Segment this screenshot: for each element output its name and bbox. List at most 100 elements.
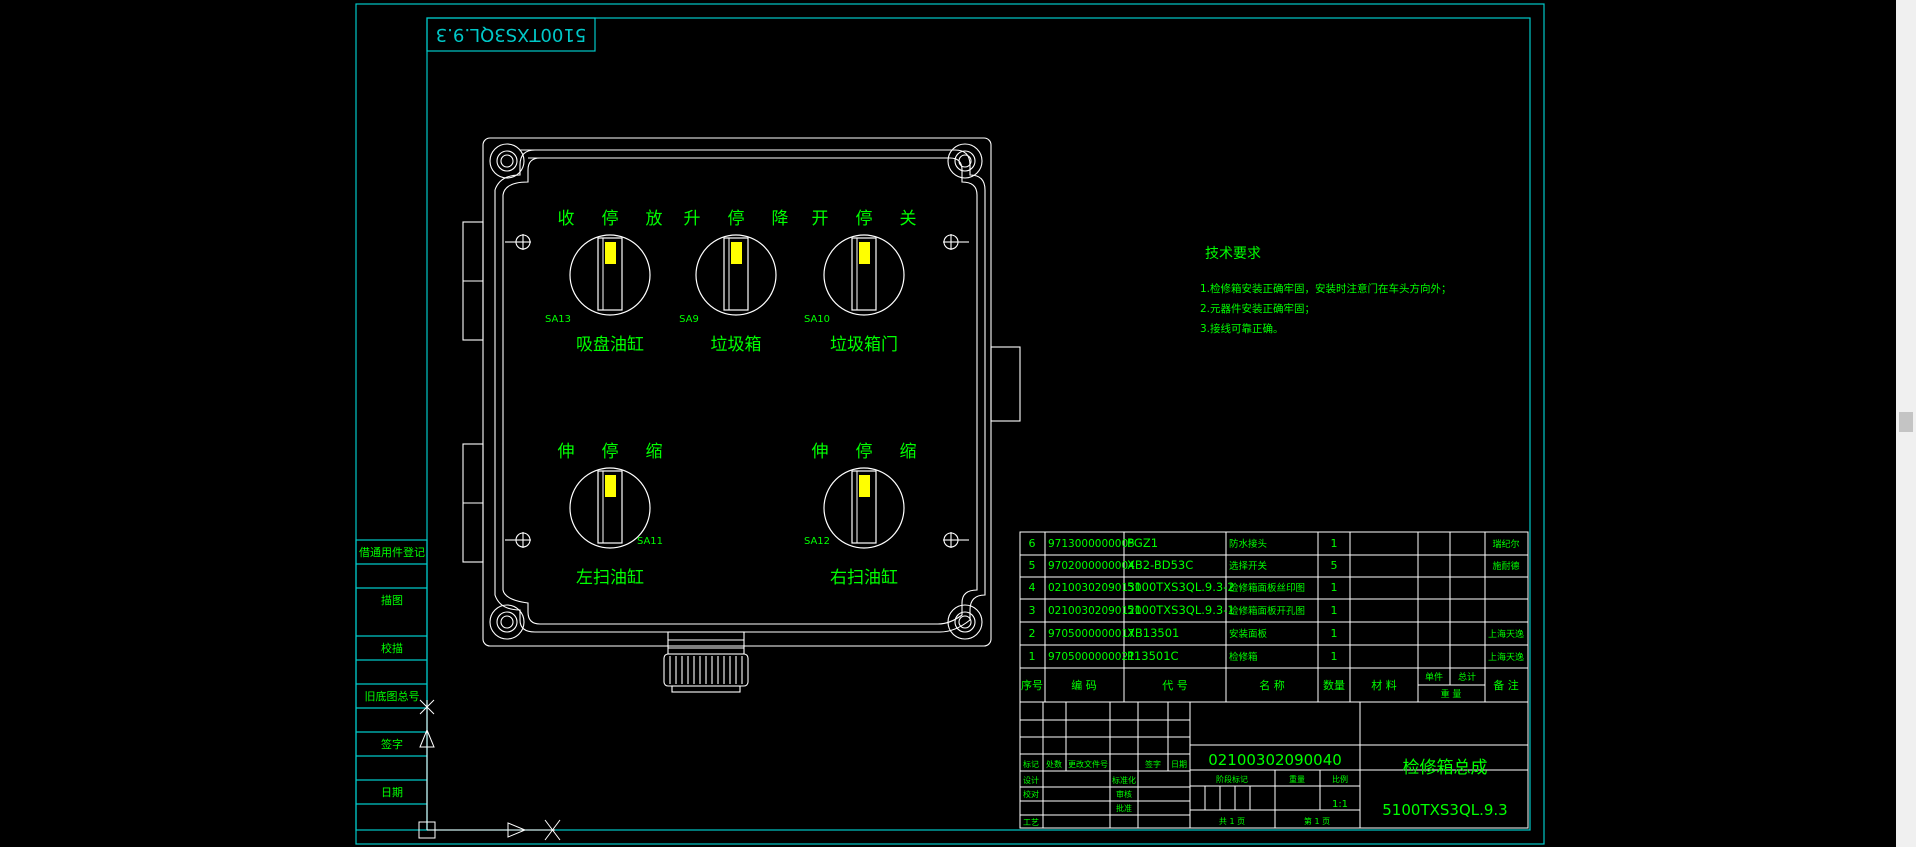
bom-table-grid: [1019, 531, 1529, 703]
switch-function-label: 吸盘油缸: [576, 334, 644, 355]
switch-position-label: 缩: [900, 442, 917, 462]
vertical-scrollbar[interactable]: [1896, 0, 1916, 847]
tb-stage: 阶段标记: [1216, 774, 1248, 784]
switch-position-label: 停: [602, 209, 619, 229]
bom-row: 5 9702000000004XB2-BD53C 选择开关 5 施耐德: [1029, 558, 1520, 572]
tb-date: 日期: [1171, 760, 1187, 769]
bom-header-code: 编 码: [1071, 678, 1097, 692]
bom-cell-name: 检修箱面板开孔图: [1229, 605, 1305, 617]
tech-requirements: 技术要求 1.检修箱安装正确牢固，安装时注意门在车头方向外； 2.元器件安装正确…: [1200, 246, 1452, 335]
switch-indicator: [605, 475, 616, 497]
switch-id-label: SA9: [679, 314, 699, 325]
tb-count: 处数: [1046, 759, 1062, 769]
tb-change-file: 更改文件号: [1068, 759, 1108, 769]
tb-proofread: 校对: [1023, 789, 1039, 799]
bom-cell-code: 9713000000005: [1048, 538, 1135, 550]
bom-cell-model: PGZ1: [1127, 536, 1158, 550]
tb-title: 检修箱总成: [1403, 758, 1488, 778]
bom-cell-name: 安装面板: [1229, 628, 1268, 640]
tb-code: 5100TXS3QL.9.3: [1382, 801, 1507, 819]
bom-cell-code: 9705000000021: [1048, 651, 1135, 663]
tb-approve: 批准: [1116, 803, 1132, 813]
bom-header-name: 名 称: [1259, 678, 1285, 692]
bom-header-weight: 重 量: [1441, 688, 1462, 700]
switch-function-label: 垃圾箱门: [830, 335, 898, 355]
bom-row: 4 021003020901305100TXS3QL.9.3-2检修箱面板丝印图 1: [1029, 580, 1338, 594]
cad-viewport[interactable]: 5100TXS3QL.9.3 借通用件登记 描图 校描 旧底图总号 签字 日期: [0, 0, 1916, 847]
bom-cell-qty: 1: [1331, 604, 1338, 617]
tb-process: 工艺: [1023, 818, 1039, 827]
bom-header-qty: 数量: [1323, 679, 1345, 692]
switch-position-label: 伸: [812, 442, 829, 462]
switch-indicator: [731, 242, 742, 264]
switch-position-label: 升: [684, 209, 701, 229]
bom-cell-name: 防水接头: [1229, 538, 1267, 550]
tb-scale: 比例: [1332, 774, 1348, 784]
tb-design: 设计: [1023, 775, 1039, 785]
tb-sheet-no: 第 1 页: [1304, 816, 1330, 826]
switch-position-label: 收: [558, 209, 575, 229]
bom-cell-model: 5100TXS3QL.9.3-1: [1127, 603, 1235, 617]
switch-position-label: 降: [772, 209, 789, 229]
side-label-signature: 签字: [381, 737, 403, 751]
title-block-labels: 标记 处数 更改文件号 签字 日期 设计 标准化 校对 审核 工艺 批准 阶段标…: [1023, 759, 1348, 827]
selector-switch-sa13: 收 停 放 SA13 吸盘油缸: [545, 209, 663, 355]
side-label-tracing: 描图: [381, 593, 403, 607]
switch-function-label: 右扫油缸: [830, 567, 898, 588]
bom-cell-qty: 1: [1331, 581, 1338, 594]
bom-header-material: 材 料: [1371, 678, 1397, 692]
ucs-icon: [418, 699, 561, 841]
switch-position-label: 关: [900, 209, 917, 229]
side-label-reuse: 借通用件登记: [359, 545, 425, 559]
tb-sign: 签字: [1145, 759, 1161, 769]
selector-switch-sa9: 升 停 降 SA9 垃圾箱: [679, 209, 788, 355]
tb-sheet-total: 共 1 页: [1219, 817, 1245, 826]
switch-id-label: SA13: [545, 314, 571, 325]
switch-position-label: 停: [856, 209, 873, 229]
bom-cell-no: 6: [1029, 537, 1036, 550]
scrollbar-thumb[interactable]: [1899, 412, 1913, 432]
bom-cell-qty: 5: [1331, 559, 1338, 572]
bom-header-unit: 单件: [1425, 671, 1443, 683]
tb-scale-value: 1:1: [1332, 799, 1348, 810]
tb-standardization: 标准化: [1112, 775, 1136, 785]
selector-switch-sa10: 开 停 关 SA10垃圾箱门: [804, 209, 917, 355]
switch-id-label: SA12: [804, 536, 830, 547]
tech-req-item-1: 1.检修箱安装正确牢固，安装时注意门在车头方向外；: [1200, 282, 1452, 295]
bom-row: 3 021003020901205100TXS3QL.9.3-1检修箱面板开孔图 1: [1029, 603, 1338, 617]
bom-cell-model: 5100TXS3QL.9.3-2: [1127, 580, 1235, 594]
switch-position-label: 停: [856, 442, 873, 462]
selector-switch-sa12: 伸 停 缩 SA12 右扫油缸: [804, 442, 917, 588]
switch-indicator: [859, 242, 870, 264]
bom-cell-qty: 1: [1331, 537, 1338, 550]
switch-indicator: [859, 475, 870, 497]
switch-position-label: 伸: [558, 442, 575, 462]
bom-header-model: 代 号: [1162, 679, 1188, 692]
bom-cell-no: 4: [1029, 581, 1036, 594]
bom-cell-code: 9702000000004: [1048, 560, 1135, 572]
cad-drawing: 5100TXS3QL.9.3 借通用件登记 描图 校描 旧底图总号 签字 日期: [355, 3, 1545, 845]
tech-req-item-3: 3.接线可靠正确。: [1200, 322, 1284, 335]
switch-indicator: [605, 242, 616, 264]
switch-function-label: 垃圾箱: [711, 335, 762, 355]
bom-cell-remark: 上海天逸: [1488, 651, 1524, 663]
side-label-old-number: 旧底图总号: [365, 689, 420, 703]
bom-row: 6 9713000000005PGZ1 防水接头 1 瑞纪尔: [1029, 536, 1520, 550]
bom-cell-qty: 1: [1331, 650, 1338, 663]
side-labels: 借通用件登记 描图 校描 旧底图总号 签字 日期: [359, 545, 425, 799]
bom-header-no: 序号: [1021, 678, 1043, 692]
bom-cell-model: P13501C: [1127, 649, 1179, 663]
tb-mark: 标记: [1023, 759, 1039, 769]
tb-weight: 重量: [1289, 774, 1305, 784]
bom-cell-model: XB2-BD53C: [1127, 558, 1193, 572]
switch-id-label: SA10: [804, 314, 830, 325]
switch-position-label: 开: [812, 209, 829, 229]
bom-cell-qty: 1: [1331, 627, 1338, 640]
bom-cell-no: 5: [1029, 559, 1036, 572]
switch-id-label: SA11: [637, 536, 663, 547]
switch-group: 收停放SA13吸盘油缸升停降SA9垃圾箱开停关SA10垃圾箱门伸停缩SA11左扫…: [545, 209, 917, 588]
switch-position-label: 缩: [646, 442, 663, 462]
bom-cell-model: XB13501: [1127, 626, 1179, 640]
switch-position-label: 停: [602, 442, 619, 462]
tb-drawing-no: 02100302090040: [1208, 751, 1342, 769]
